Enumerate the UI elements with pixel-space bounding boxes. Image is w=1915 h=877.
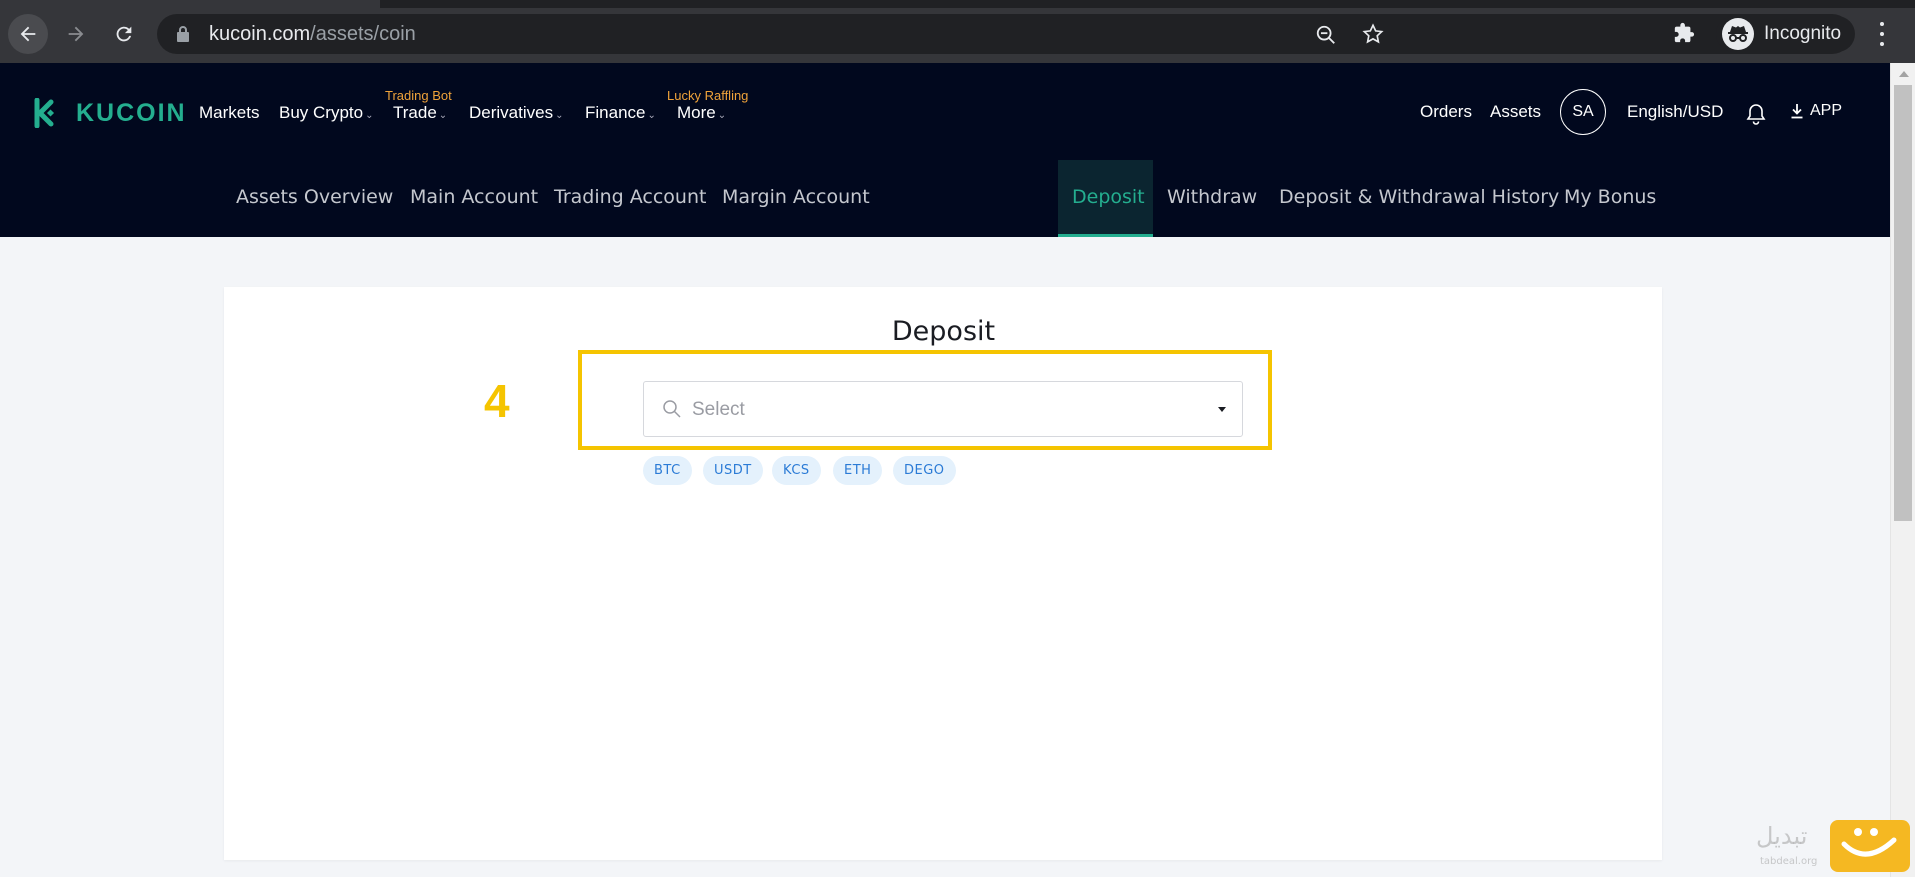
site-header xyxy=(0,63,1890,237)
app-download-button[interactable]: APP xyxy=(1790,102,1842,120)
chevron-down-icon: ⌄ xyxy=(438,110,448,121)
watermark-subtext: tabdeal.org xyxy=(1760,856,1818,867)
zoom-icon[interactable] xyxy=(1315,24,1337,46)
tutorial-step-number: 4 xyxy=(484,375,510,427)
bookmark-star-icon[interactable] xyxy=(1362,23,1384,45)
browser-toolbar: kucoin.com/assets/coin Incognito xyxy=(0,0,1915,63)
forward-button[interactable] xyxy=(56,14,96,54)
nav-derivatives[interactable]: Derivatives ⌄ xyxy=(469,103,563,123)
chevron-down-icon: ⌄ xyxy=(647,110,656,121)
orders-link[interactable]: Orders xyxy=(1420,102,1472,122)
tab-withdraw[interactable]: Withdraw xyxy=(1167,186,1257,208)
url-text: kucoin.com/assets/coin xyxy=(209,23,416,45)
nav-more[interactable]: More ⌄ xyxy=(677,103,726,123)
address-bar[interactable]: kucoin.com/assets/coin xyxy=(157,14,1852,54)
watermark-logo xyxy=(1830,820,1910,872)
browser-menu-icon[interactable] xyxy=(1874,22,1890,46)
nav-markets[interactable]: Markets xyxy=(199,103,259,123)
bell-icon[interactable] xyxy=(1746,103,1766,125)
caret-down-icon xyxy=(1218,407,1226,412)
coin-chip-kcs[interactable]: KCS xyxy=(772,456,821,485)
kucoin-logo[interactable]: KUCOIN xyxy=(32,98,187,128)
coin-chip-dego[interactable]: DEGO xyxy=(893,456,956,485)
chevron-down-icon: ⌄ xyxy=(555,110,564,121)
download-icon xyxy=(1791,104,1803,119)
page-title: Deposit xyxy=(891,316,996,347)
assets-link[interactable]: Assets xyxy=(1490,102,1541,122)
kucoin-logo-icon xyxy=(34,98,55,128)
tab-assets-overview[interactable]: Assets Overview xyxy=(236,186,393,208)
tab-margin-account[interactable]: Margin Account xyxy=(722,186,870,208)
tab-deposit[interactable]: Deposit xyxy=(1072,186,1145,208)
nav-buy-crypto[interactable]: Buy Crypto ⌄ xyxy=(279,103,373,123)
tab-my-bonus[interactable]: My Bonus xyxy=(1564,186,1656,208)
nav-more-promo: Lucky Raffling xyxy=(667,88,749,103)
scrollbar-thumb[interactable] xyxy=(1894,85,1912,521)
lock-icon xyxy=(177,26,189,42)
nav-trade-promo: Trading Bot xyxy=(385,88,452,103)
back-button[interactable] xyxy=(8,14,48,54)
nav-finance[interactable]: Finance ⌄ xyxy=(585,103,656,123)
scroll-up-arrow-icon[interactable] xyxy=(1899,71,1909,77)
incognito-label: Incognito xyxy=(1764,23,1842,44)
extensions-puzzle-icon[interactable] xyxy=(1673,22,1695,44)
arrow-right-icon xyxy=(68,26,84,42)
tab-deposit-withdrawal-history[interactable]: Deposit & Withdrawal History xyxy=(1279,186,1559,208)
coin-select-dropdown[interactable]: Select xyxy=(643,381,1243,437)
page-scrollbar[interactable] xyxy=(1890,63,1915,877)
coin-chip-btc[interactable]: BTC xyxy=(643,456,692,485)
tab-trading-account[interactable]: Trading Account xyxy=(554,186,706,208)
search-icon xyxy=(663,400,681,418)
reload-button[interactable] xyxy=(104,14,144,54)
watermark-text: تبدیل xyxy=(1756,822,1808,850)
coin-chip-usdt[interactable]: USDT xyxy=(703,456,763,485)
brand-wordmark: KUCOIN xyxy=(76,98,187,127)
chevron-down-icon: ⌄ xyxy=(365,110,374,121)
incognito-indicator[interactable]: Incognito xyxy=(1716,16,1856,52)
user-avatar[interactable]: SA xyxy=(1560,89,1606,135)
coin-chip-eth[interactable]: ETH xyxy=(833,456,883,485)
tab-strip xyxy=(0,0,1915,8)
nav-trade[interactable]: Trade ⌄ xyxy=(393,103,447,123)
arrow-left-icon xyxy=(20,26,36,42)
coin-select-placeholder: Select xyxy=(692,399,745,420)
tab-main-account[interactable]: Main Account xyxy=(410,186,538,208)
reload-icon xyxy=(116,26,132,42)
incognito-icon xyxy=(1722,18,1754,50)
language-currency-selector[interactable]: English/USD xyxy=(1627,102,1723,122)
chevron-down-icon: ⌄ xyxy=(717,110,727,121)
